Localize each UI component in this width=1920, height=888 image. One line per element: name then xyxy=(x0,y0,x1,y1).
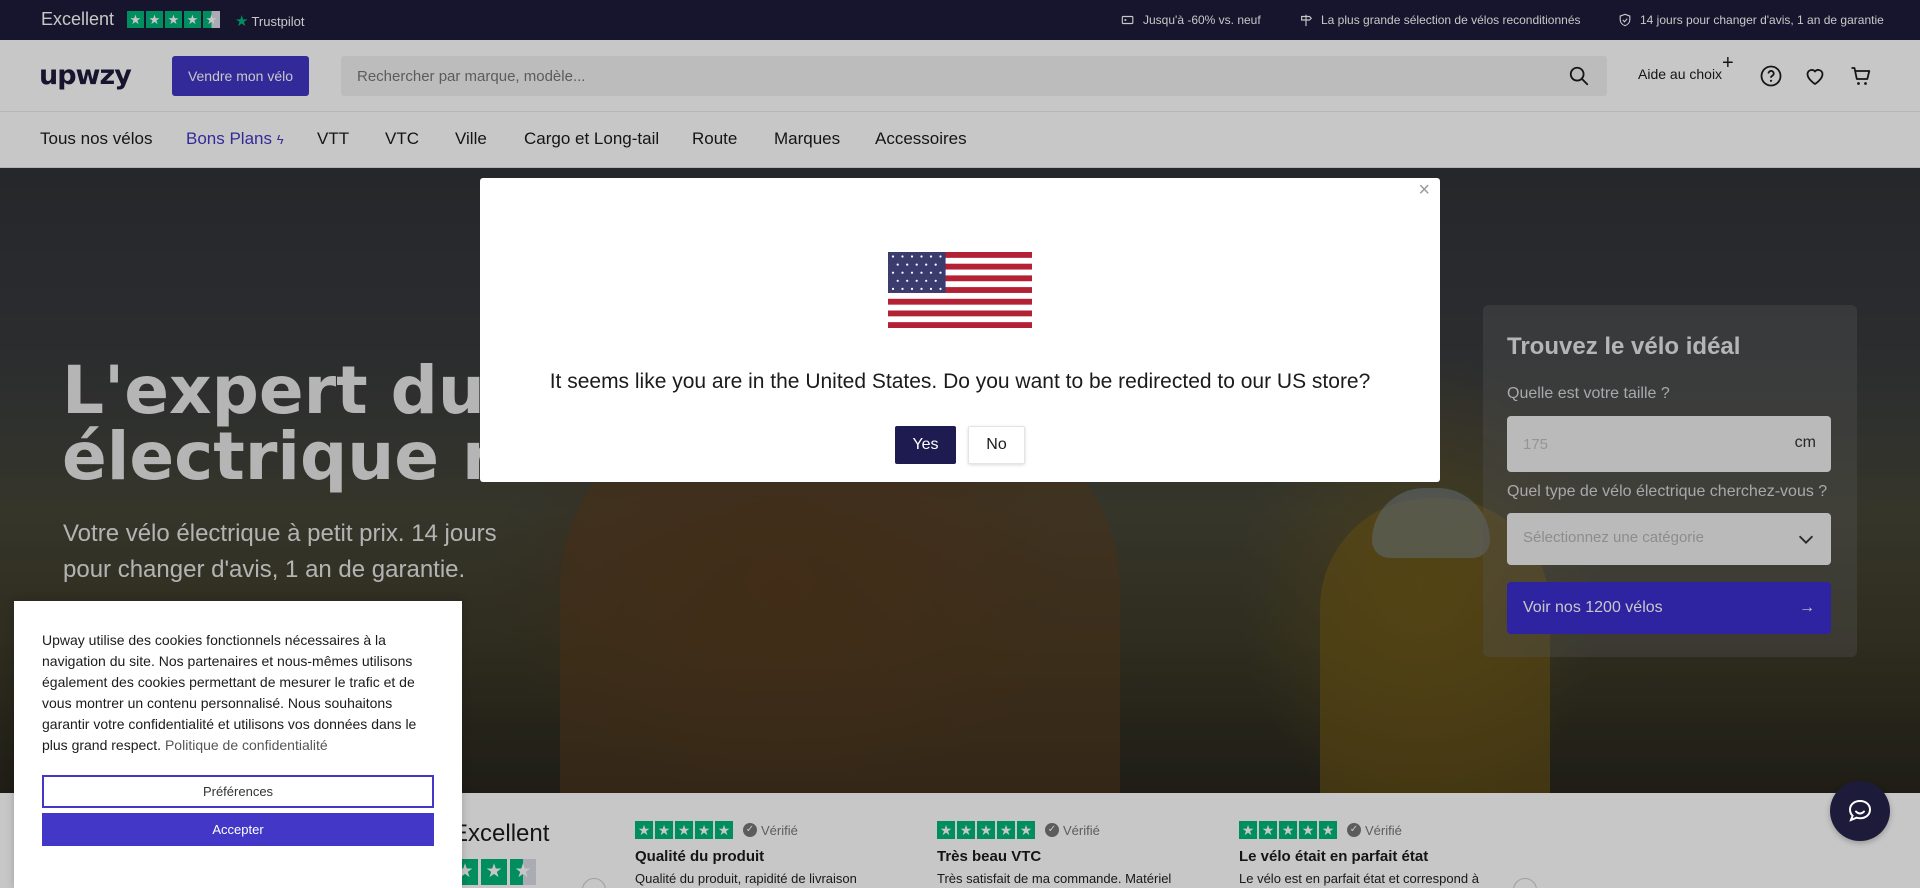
cookie-text: Upway utilise des cookies fonctionnels n… xyxy=(42,632,417,753)
chat-button[interactable] xyxy=(1830,781,1890,841)
cookie-banner: Upway utilise des cookies fonctionnels n… xyxy=(14,601,462,888)
cookie-preferences-button[interactable]: Préférences xyxy=(42,775,434,808)
close-icon[interactable]: × xyxy=(1418,179,1430,202)
privacy-policy-link[interactable]: Politique de confidentialité xyxy=(165,737,328,753)
redirect-message: It seems like you are in the United Stat… xyxy=(549,370,1371,393)
chat-bubble-icon xyxy=(1848,799,1872,822)
region-redirect-modal: × It seems like you are in the United St… xyxy=(480,178,1440,482)
redirect-yes-button[interactable]: Yes xyxy=(895,426,956,464)
cookie-accept-button[interactable]: Accepter xyxy=(42,813,434,846)
redirect-no-button[interactable]: No xyxy=(968,426,1025,464)
us-flag-icon xyxy=(888,252,1032,328)
